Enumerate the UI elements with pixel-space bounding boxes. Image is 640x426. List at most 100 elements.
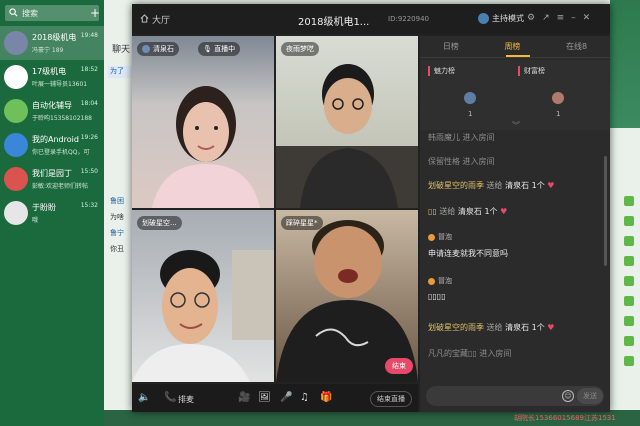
- end-live-button[interactable]: 结束直播: [370, 391, 412, 407]
- search-placeholder: 搜索: [22, 8, 38, 18]
- wealth-rank-number: 1: [556, 110, 561, 118]
- speaker-icon[interactable]: 🔈: [138, 392, 150, 403]
- charm-rank-label: 魅力榜: [428, 66, 455, 76]
- video-tile[interactable]: 踩碎星星*: [276, 210, 418, 382]
- music-icon[interactable]: ♫: [300, 392, 309, 403]
- chat-title: 聊天: [112, 45, 131, 55]
- participant-label: 夜雨梦呓: [281, 42, 319, 56]
- contact-item[interactable]: 2018级机电 冯豪宁 189 19:48: [0, 26, 104, 60]
- gift-sender[interactable]: 划破星空的雨季: [428, 181, 484, 190]
- rank-popup: 魅力榜 财富榜 1 1 ︾: [420, 60, 610, 130]
- add-icon[interactable]: +: [88, 5, 102, 21]
- host-mode-button[interactable]: 主持模式: [478, 13, 524, 24]
- gift-icon[interactable]: 🎁: [320, 392, 332, 403]
- qq-search-box[interactable]: 搜索: [5, 5, 99, 21]
- menu-icon[interactable]: ≡: [557, 13, 565, 23]
- contact-last-message: 彭敏:欢迎老师们转帖: [32, 183, 89, 190]
- gift-message: 划破星空的雨季 送给 清泉石 1个 ♥: [428, 180, 554, 191]
- speaker-name: 冒泡: [438, 277, 452, 285]
- tab-daily[interactable]: 日榜: [443, 41, 459, 52]
- member-icon[interactable]: [624, 276, 634, 286]
- video-tile[interactable]: 划破星空...: [132, 210, 274, 382]
- member-icon[interactable]: [624, 336, 634, 346]
- contact-avatar: [4, 65, 28, 89]
- contact-avatar: [4, 167, 28, 191]
- participant-label: 清泉石: [137, 42, 179, 56]
- phone-icon[interactable]: 📞: [164, 392, 176, 403]
- contact-avatar: [4, 31, 28, 55]
- participant-name: 清泉石: [153, 45, 174, 53]
- contact-item[interactable]: 我的Android 你已登录手机QQ，可 19:26: [0, 128, 104, 162]
- gift-sender[interactable]: 划破星空的雨季: [428, 323, 484, 332]
- contact-time: 15:50: [80, 168, 98, 175]
- gift-target: 清泉石 1个: [505, 181, 545, 190]
- contact-item[interactable]: 17级机电 叶展一辅导员13601 18:52: [0, 60, 104, 94]
- live-status-text: 直播中: [214, 45, 236, 53]
- video-grid: 清泉石 🎙 直播中 夜雨梦呓 划破星空... 踩碎星星* 结束: [132, 36, 418, 382]
- wealth-rank-label: 财富榜: [518, 66, 545, 76]
- camera-icon[interactable]: 🎥: [238, 392, 250, 403]
- contact-last-message: 冯豪宁 189: [32, 47, 64, 54]
- contact-item[interactable]: 于盼盼哦 15:32: [0, 196, 104, 230]
- search-icon: [9, 7, 18, 19]
- member-icon[interactable]: [624, 216, 634, 226]
- end-mic-button[interactable]: 结束: [385, 358, 413, 374]
- gift-sender[interactable]: ▯▯: [428, 207, 437, 216]
- member-icon[interactable]: [624, 256, 634, 266]
- contact-list: 2018级机电 冯豪宁 189 19:48 17级机电 叶展一辅导员13601 18:52…: [0, 26, 104, 230]
- participant-name: 划破星空...: [142, 219, 177, 227]
- emoji-icon[interactable]: ☺: [562, 390, 574, 402]
- member-icon[interactable]: [624, 296, 634, 306]
- member-icon[interactable]: [624, 316, 634, 326]
- speaker-name: 冒泡: [438, 233, 452, 241]
- bottom-chat-text: 胡院长15366015689江苏1531: [514, 414, 616, 422]
- charm-rank-avatar[interactable]: [464, 92, 476, 104]
- host-mode-label: 主持模式: [492, 14, 524, 23]
- contact-last-message: 于聆昀15358102188: [32, 115, 92, 122]
- message-scrollbar[interactable]: [604, 156, 607, 266]
- video-tile[interactable]: 清泉石 🎙 直播中: [132, 36, 274, 208]
- wealth-rank-avatar[interactable]: [552, 92, 564, 104]
- tab-online[interactable]: 在线8: [566, 41, 587, 52]
- member-icon[interactable]: [624, 196, 634, 206]
- share-icon[interactable]: ↗: [542, 13, 550, 23]
- member-icon[interactable]: [624, 356, 634, 366]
- chat-tab[interactable]: 为了: [108, 66, 132, 78]
- microphone-icon[interactable]: 🎤: [280, 392, 292, 403]
- system-message: 保留性格 进入房间: [428, 157, 495, 166]
- speaker-avatar: [428, 277, 435, 285]
- chat-input[interactable]: ☺ 发送: [426, 386, 604, 406]
- gift-heart-icon: ♥: [500, 207, 508, 216]
- contact-item[interactable]: 我们是园丁 彭敏:欢迎老师们转帖 15:50: [0, 162, 104, 196]
- tab-weekly[interactable]: 周榜: [504, 41, 520, 52]
- close-icon[interactable]: ✕: [583, 13, 591, 23]
- hall-label: 大厅: [152, 16, 171, 26]
- chat-message-text: 为啥: [110, 213, 124, 221]
- contact-last-message: 你已登录手机QQ，可: [32, 149, 90, 156]
- message-speaker[interactable]: 冒泡: [428, 276, 452, 286]
- gift-action: 送给: [439, 207, 456, 216]
- contact-avatar: [4, 99, 28, 123]
- system-message: 韩雨魔儿 进入房间: [428, 133, 495, 142]
- send-button[interactable]: 发送: [577, 388, 603, 404]
- avatar-icon: [142, 45, 150, 53]
- image-icon[interactable]: 🖼: [258, 392, 271, 403]
- contact-last-message: 叶展一辅导员13601: [32, 81, 88, 88]
- charm-rank-number: 1: [468, 110, 473, 118]
- contact-item[interactable]: 自动化辅导 于聆昀15358102188 18:04: [0, 94, 104, 128]
- minimize-icon[interactable]: –: [571, 13, 576, 23]
- member-icon[interactable]: [624, 236, 634, 246]
- rank-tabs: 日榜 周榜 在线8: [420, 36, 610, 58]
- participant-label: 划破星空...: [137, 216, 182, 230]
- queue-mic-label[interactable]: 排麦: [178, 394, 194, 405]
- message-speaker[interactable]: 冒泡: [428, 232, 452, 242]
- contact-time: 19:48: [80, 32, 98, 39]
- video-tile[interactable]: 夜雨梦呓: [276, 36, 418, 208]
- contact-avatar: [4, 201, 28, 225]
- chevron-down-icon[interactable]: ︾: [512, 120, 520, 131]
- hall-button[interactable]: 大厅: [140, 13, 170, 26]
- participant-video: [276, 64, 418, 208]
- chat-message: 申请连麦就我不同意吗: [428, 249, 508, 258]
- settings-icon[interactable]: ⚙: [527, 13, 535, 23]
- contact-last-message: 哦: [32, 217, 39, 224]
